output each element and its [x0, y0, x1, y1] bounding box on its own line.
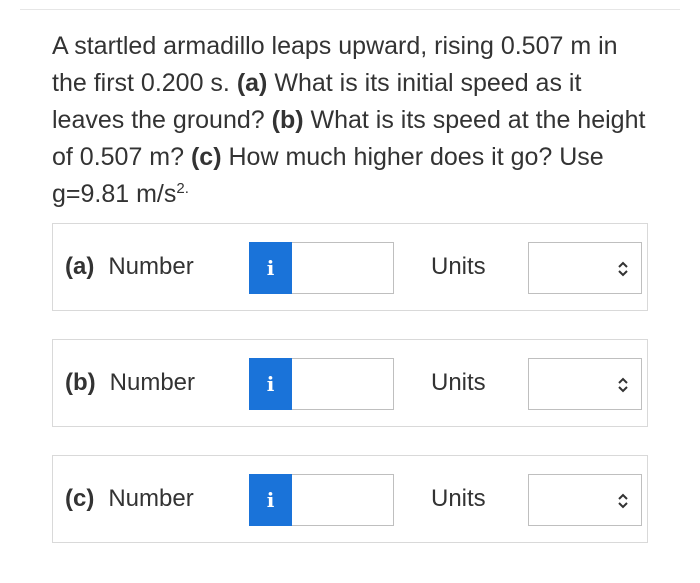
- question-text: A startled armadillo leaps upward, risin…: [52, 28, 652, 213]
- chevron-up-down-icon: [617, 260, 629, 278]
- units-select-b[interactable]: [528, 358, 642, 410]
- info-icon[interactable]: i: [249, 242, 292, 294]
- chevron-up-down-icon: [617, 376, 629, 394]
- top-divider: [20, 9, 680, 10]
- part-letter: (c): [65, 485, 95, 512]
- info-icon[interactable]: i: [249, 474, 292, 526]
- units-select-c[interactable]: [528, 474, 642, 526]
- answer-row-b: (b) Number i Units: [52, 339, 648, 427]
- units-label-b: Units: [431, 369, 486, 396]
- number-label: Number: [108, 253, 194, 280]
- answer-label-a: (a) Number: [65, 252, 194, 282]
- number-label: Number: [109, 369, 196, 396]
- number-input-b[interactable]: [292, 358, 394, 410]
- answer-label-b: (b) Number: [65, 368, 195, 398]
- answer-row-c: (c) Number i Units: [52, 455, 648, 543]
- exponent: 2.: [176, 180, 189, 197]
- units-label-a: Units: [431, 253, 486, 280]
- question-part-c-marker: (c): [190, 143, 222, 171]
- number-input-a[interactable]: [292, 242, 394, 294]
- part-letter: (b): [65, 369, 96, 396]
- units-select-a[interactable]: [528, 242, 642, 294]
- answer-row-a: (a) Number i Units: [52, 223, 648, 311]
- chevron-up-down-icon: [617, 492, 629, 510]
- info-icon[interactable]: i: [249, 358, 292, 410]
- question-part-a-marker: (a): [236, 69, 268, 97]
- number-label: Number: [108, 485, 194, 512]
- units-label-c: Units: [431, 485, 486, 512]
- part-letter: (a): [65, 253, 95, 280]
- question-part-b-marker: (b): [271, 106, 304, 134]
- answer-label-c: (c) Number: [65, 484, 194, 514]
- number-input-c[interactable]: [292, 474, 394, 526]
